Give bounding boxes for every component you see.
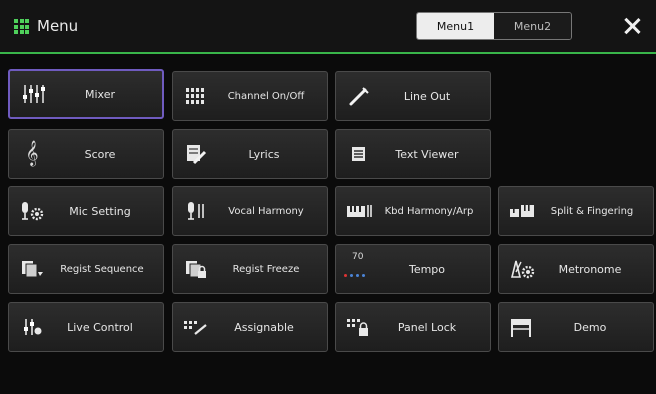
mixer-faders-icon — [20, 81, 46, 107]
tempo-button[interactable]: 70 Tempo — [335, 244, 491, 294]
regist-sequence-icon — [19, 256, 45, 282]
kbd-harmony-arp-label: Kbd Harmony/Arp — [384, 205, 474, 217]
panel-lock-button[interactable]: Panel Lock — [335, 302, 491, 352]
assignable-button[interactable]: Assignable — [172, 302, 328, 352]
line-out-cable-icon — [346, 83, 372, 109]
keyboard-harmony-icon — [346, 198, 372, 224]
channel-grid-icon — [183, 83, 209, 109]
regist-freeze-lock-icon — [183, 256, 209, 282]
live-control-button[interactable]: Live Control — [8, 302, 164, 352]
tempo-dots-icon — [344, 274, 365, 277]
metronome-label: Metronome — [558, 262, 622, 276]
live-control-label: Live Control — [67, 320, 133, 334]
mixer-button[interactable]: Mixer — [8, 69, 164, 119]
text-viewer-label: Text Viewer — [395, 147, 459, 161]
tab-menu1[interactable]: Menu1 — [417, 13, 494, 39]
split-keyboard-icon — [509, 198, 535, 224]
metronome-gear-icon — [509, 256, 535, 282]
channel-on-off-button[interactable]: Channel On/Off — [172, 71, 328, 121]
tempo-label: Tempo — [408, 262, 446, 276]
split-fingering-label: Split & Fingering — [550, 205, 634, 217]
text-viewer-button[interactable]: Text Viewer — [335, 129, 491, 179]
line-out-label: Line Out — [403, 89, 451, 103]
vocal-harmony-label: Vocal Harmony — [228, 205, 304, 217]
regist-freeze-label: Regist Freeze — [232, 263, 300, 275]
regist-sequence-label: Regist Sequence — [60, 263, 144, 275]
metronome-button[interactable]: Metronome — [498, 244, 654, 294]
regist-sequence-button[interactable]: Regist Sequence — [8, 244, 164, 294]
demo-button[interactable]: Demo — [498, 302, 654, 352]
mixer-label: Mixer — [84, 87, 115, 101]
panel-lock-label: Panel Lock — [397, 320, 457, 334]
menu-screen: Menu Menu1 Menu2 Mixer Channel On/Off Li… — [0, 0, 656, 394]
demo-label: Demo — [573, 320, 607, 334]
channel-on-off-label: Channel On/Off — [227, 90, 305, 102]
score-label: Score — [84, 147, 116, 161]
kbd-harmony-arp-button[interactable]: Kbd Harmony/Arp — [335, 186, 491, 236]
split-fingering-button[interactable]: Split & Fingering — [498, 186, 654, 236]
mic-setting-button[interactable]: Mic Setting — [8, 186, 164, 236]
tempo-value: 70 — [352, 252, 364, 262]
regist-freeze-button[interactable]: Regist Freeze — [172, 244, 328, 294]
live-control-knobs-icon — [19, 314, 45, 340]
text-document-icon — [346, 141, 372, 167]
tab-menu2[interactable]: Menu2 — [494, 13, 571, 39]
score-button[interactable]: 𝄞 Score — [8, 129, 164, 179]
demo-piano-icon — [509, 314, 535, 340]
close-icon[interactable] — [620, 14, 644, 38]
lyrics-label: Lyrics — [248, 147, 280, 161]
treble-clef-icon: 𝄞 — [25, 141, 39, 166]
mic-harmony-icon — [183, 198, 209, 224]
assignable-label: Assignable — [234, 320, 294, 334]
line-out-button[interactable]: Line Out — [335, 71, 491, 121]
mic-gear-icon — [19, 198, 45, 224]
menu-header: Menu Menu1 Menu2 — [0, 0, 656, 54]
mic-setting-label: Mic Setting — [69, 204, 131, 218]
panel-lock-icon — [346, 314, 372, 340]
vocal-harmony-button[interactable]: Vocal Harmony — [172, 186, 328, 236]
menu-tabs: Menu1 Menu2 — [416, 12, 572, 40]
assignable-icon — [183, 314, 209, 340]
menu-grid-icon — [14, 19, 29, 34]
page-title: Menu — [37, 17, 79, 35]
lyrics-button[interactable]: Lyrics — [172, 129, 328, 179]
lyrics-pen-icon — [183, 141, 209, 167]
